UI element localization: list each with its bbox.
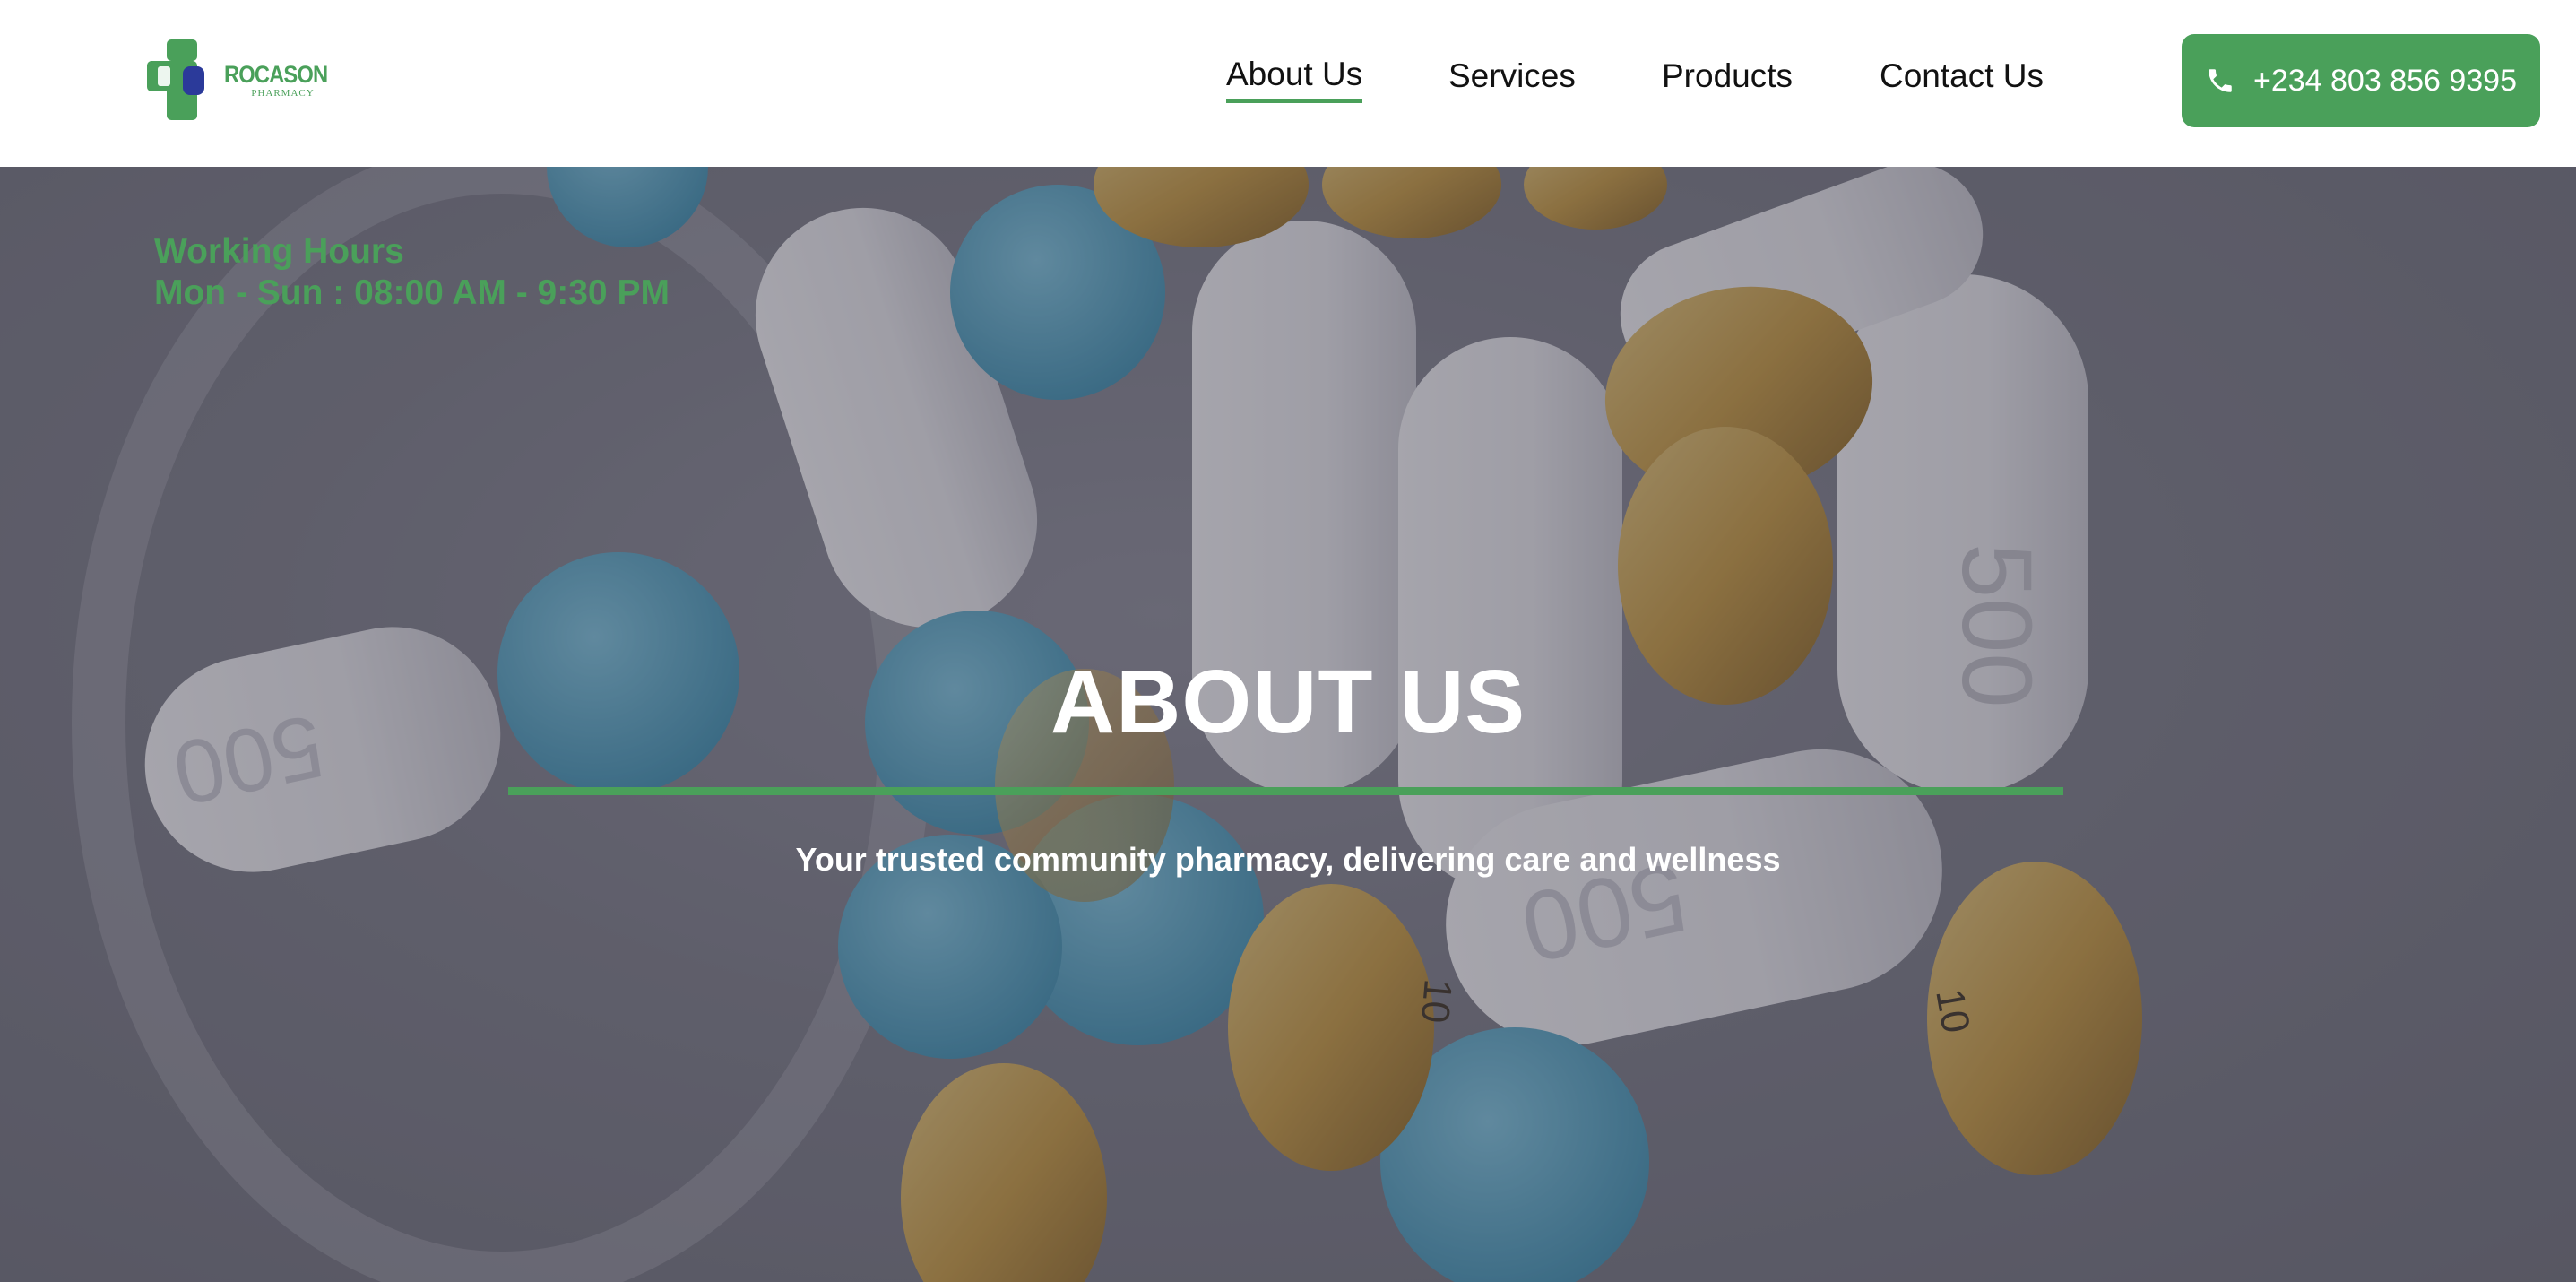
phone-icon: [2205, 65, 2235, 96]
nav-item-products[interactable]: Products: [1662, 57, 1793, 95]
nav-item-services[interactable]: Services: [1448, 57, 1576, 95]
hero-subtitle: Your trusted community pharmacy, deliver…: [795, 841, 1781, 878]
logo-wordmark: ROCASON PHARMACY: [224, 62, 341, 99]
brand-name: ROCASON: [224, 60, 328, 88]
page-title: ABOUT US: [1050, 652, 1526, 752]
nav-item-about-us[interactable]: About Us: [1226, 56, 1363, 103]
pharmacy-cross-logo-icon: [147, 39, 220, 120]
call-phone-button[interactable]: +234 803 856 9395: [2182, 34, 2540, 127]
phone-number: +234 803 856 9395: [2252, 63, 2517, 98]
working-hours-schedule: Mon - Sun : 08:00 AM - 9:30 PM: [154, 273, 670, 312]
site-header: ROCASON PHARMACY About Us Services Produ…: [0, 0, 2576, 167]
title-divider: [508, 787, 2063, 795]
about-hero-banner: 500 500 500 10 10 Working Hours Mon - Su…: [0, 167, 2576, 1282]
working-hours-title: Working Hours: [154, 232, 404, 271]
site-logo[interactable]: ROCASON PHARMACY: [147, 39, 328, 120]
brand-subtitle: PHARMACY: [251, 87, 315, 99]
nav-item-contact-us[interactable]: Contact Us: [1880, 57, 2044, 95]
working-hours: Working Hours Mon - Sun : 08:00 AM - 9:3…: [154, 231, 670, 314]
